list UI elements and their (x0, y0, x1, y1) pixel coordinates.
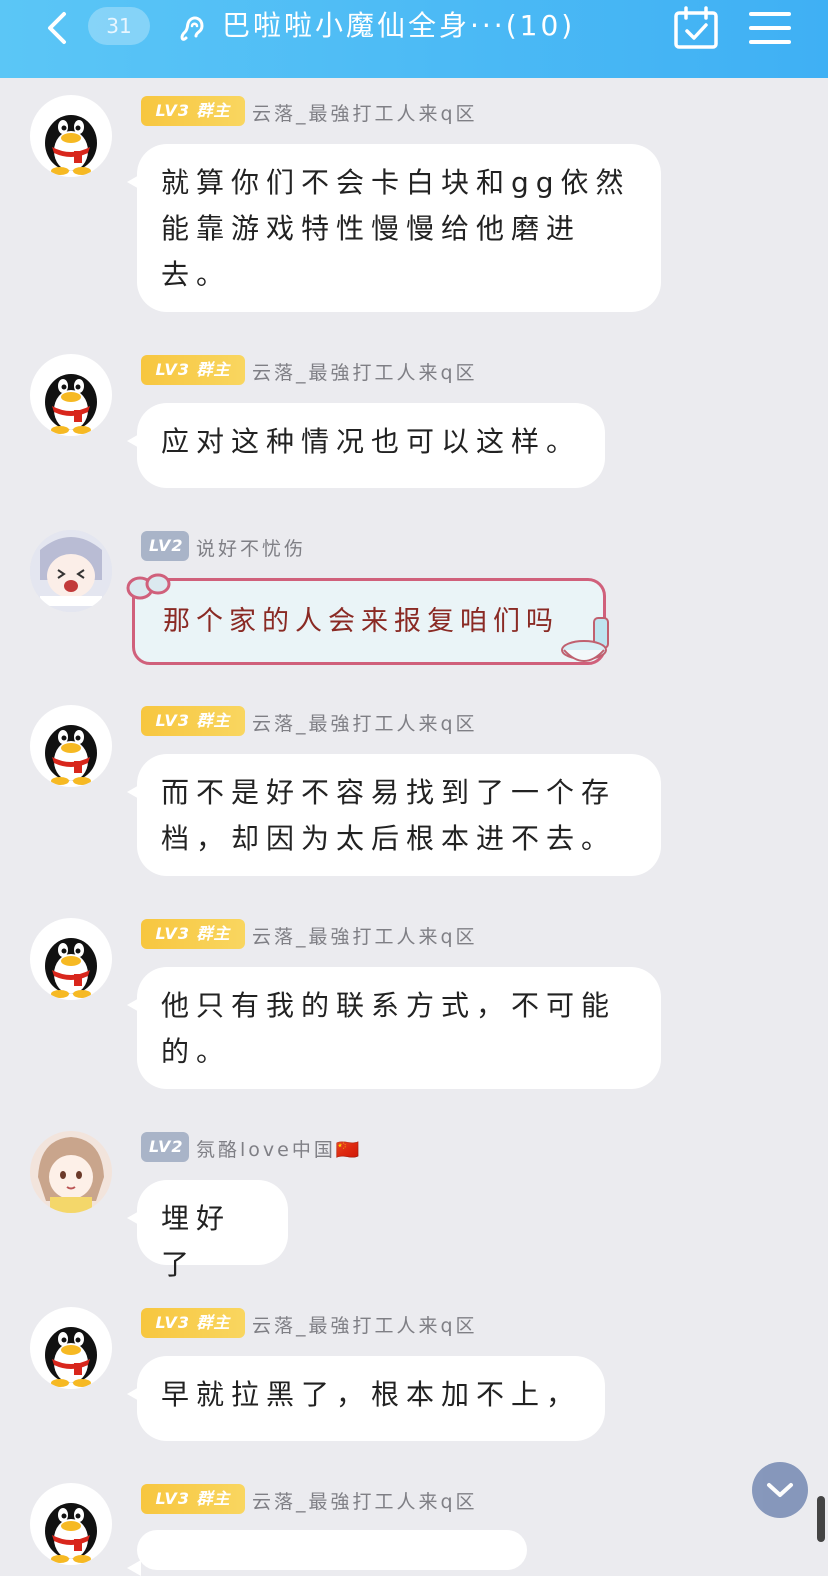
menu-icon[interactable] (748, 10, 792, 46)
level-badge: LV2 (141, 1132, 189, 1162)
level-badge: LV3 群主 (141, 1484, 245, 1514)
avatar[interactable] (30, 918, 112, 1000)
message-bubble[interactable]: 埋好了 (127, 1180, 288, 1281)
level-badge: LV2 (141, 531, 189, 561)
sender-name[interactable]: 云落_最強打工人来q区 (252, 922, 478, 949)
avatar[interactable] (30, 705, 112, 787)
chat-header: 31 巴啦啦小魔仙全身···(10) (0, 0, 828, 78)
message-bubble[interactable]: 他只有我的联系方式，不可能的。 (127, 967, 661, 1089)
chat-title[interactable]: 巴啦啦小魔仙全身···(10) (222, 6, 575, 46)
chevron-down-icon (767, 1483, 793, 1497)
scroll-to-bottom-button[interactable] (752, 1462, 808, 1518)
message-bubble[interactable]: 就算你们不会卡白块和gg依然能靠游戏特性慢慢给他磨进去。 (127, 144, 661, 312)
level-badge: LV3 群主 (141, 706, 245, 736)
avatar[interactable] (30, 354, 112, 436)
decorated-message-bubble[interactable]: 那个家的人会来报复咱们吗 (132, 578, 606, 665)
message-bubble[interactable]: 应对这种情况也可以这样。 (127, 403, 605, 488)
bath-basin-icon (561, 617, 609, 662)
goggles-icon (126, 573, 171, 600)
calendar-check-icon[interactable] (672, 6, 720, 50)
sender-name[interactable]: 云落_最強打工人来q区 (252, 99, 478, 126)
level-badge: LV3 群主 (141, 1308, 245, 1338)
level-badge: LV3 群主 (141, 355, 245, 385)
avatar[interactable] (30, 1131, 112, 1213)
sender-name[interactable]: 云落_最強打工人来q区 (252, 1487, 478, 1514)
sender-name[interactable]: 云落_最強打工人来q区 (252, 709, 478, 736)
avatar[interactable] (30, 530, 112, 612)
scrollbar[interactable] (817, 1496, 825, 1542)
chevron-left-icon[interactable] (38, 8, 78, 48)
avatar[interactable] (30, 95, 112, 177)
unread-count-badge[interactable]: 31 (88, 7, 150, 45)
ear-icon[interactable] (176, 12, 210, 46)
avatar[interactable] (30, 1307, 112, 1389)
sender-name[interactable]: 氛酪love中国🇨🇳 (196, 1135, 363, 1162)
sender-name[interactable]: 云落_最強打工人来q区 (252, 1311, 478, 1338)
avatar[interactable] (30, 1483, 112, 1565)
level-badge: LV3 群主 (141, 96, 245, 126)
level-badge: LV3 群主 (141, 919, 245, 949)
message-bubble[interactable]: 早就拉黑了，根本加不上， (127, 1356, 605, 1441)
message-bubble[interactable] (127, 1530, 527, 1576)
sender-name[interactable]: 云落_最強打工人来q区 (252, 358, 478, 385)
sender-name[interactable]: 说好不忧伤 (196, 534, 306, 561)
message-bubble[interactable]: 而不是好不容易找到了一个存档，却因为太后根本进不去。 (127, 754, 661, 876)
